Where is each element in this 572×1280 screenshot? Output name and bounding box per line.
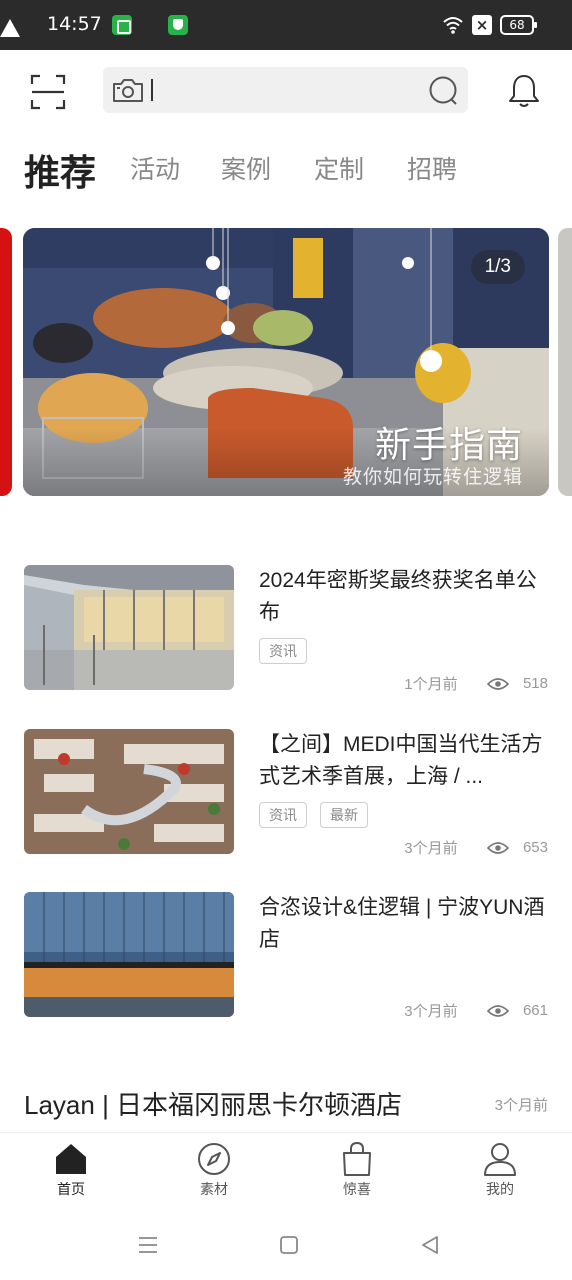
camera-icon[interactable]: [112, 77, 144, 103]
article-title: Layan | 日本福冈丽思卡尔顿酒店: [24, 1090, 403, 1120]
article-tag: 资讯: [259, 802, 307, 828]
nav-profile-label: 我的: [486, 1181, 514, 1197]
shopping-bag-icon: [343, 1141, 371, 1176]
nav-home-label: 首页: [57, 1181, 85, 1197]
article-views: 661: [522, 1002, 548, 1019]
compass-icon: [198, 1143, 230, 1175]
article-tags: 资讯: [259, 638, 320, 664]
search-bar[interactable]: [103, 67, 468, 113]
nav-home[interactable]: 首页: [21, 1141, 121, 1207]
eye-icon: [486, 677, 509, 690]
article-tags: 资讯 最新: [259, 802, 381, 828]
back-icon[interactable]: [418, 1233, 442, 1257]
home-square-icon[interactable]: [277, 1233, 301, 1257]
status-time: 14:57: [47, 13, 102, 35]
article-meta: 3个月前 653: [404, 837, 548, 859]
battery-icon: 68: [500, 15, 537, 35]
menu-icon[interactable]: [136, 1233, 160, 1257]
article-views: 518: [522, 675, 548, 692]
nav-materials[interactable]: 素材: [164, 1141, 264, 1207]
bell-icon[interactable]: [505, 72, 543, 110]
article-time: 3个月前: [404, 1003, 458, 1020]
nav-materials-label: 素材: [200, 1181, 228, 1197]
warning-icon: [0, 0, 20, 37]
green-app-icon: [112, 15, 132, 35]
banner-carousel[interactable]: 1/3 新手指南 教你如何玩转住逻辑: [0, 228, 572, 498]
list-item[interactable]: 【之间】MEDI中国当代生活方式艺术季首展，上海 / ... 资讯 最新 3个月前…: [0, 729, 572, 859]
article-views: 653: [522, 839, 548, 856]
banner-slide[interactable]: 1/3 新手指南 教你如何玩转住逻辑: [23, 228, 549, 496]
article-tag: 资讯: [259, 638, 307, 664]
banner-page-indicator: 1/3: [470, 250, 525, 284]
article-title: 2024年密斯奖最终获奖名单公布: [259, 569, 537, 624]
tab-recommend[interactable]: 推荐: [24, 144, 96, 196]
list-item[interactable]: 合恣设计&住逻辑 | 宁波YUN酒店 3个月前 661: [0, 892, 572, 1022]
article-meta: 1个月前 518: [404, 673, 548, 695]
home-icon: [56, 1144, 86, 1174]
article-meta: 3个月前 661: [404, 1000, 548, 1022]
banner-title: 新手指南: [374, 425, 523, 466]
nav-surprise-label: 惊喜: [343, 1181, 371, 1197]
nav-profile[interactable]: 我的: [450, 1141, 550, 1207]
tab-custom[interactable]: 定制: [314, 150, 364, 186]
wifi-icon: [443, 17, 463, 34]
system-navigation-bar: [0, 1210, 572, 1280]
no-sim-icon: ×: [472, 15, 492, 35]
article-thumbnail: [24, 729, 234, 854]
article-tag: 最新: [320, 802, 368, 828]
article-time: 3个月前: [494, 1097, 548, 1114]
scan-icon[interactable]: [28, 72, 68, 112]
article-thumbnail: [24, 892, 234, 1017]
search-input[interactable]: [151, 75, 411, 105]
list-item[interactable]: 2024年密斯奖最终获奖名单公布 资讯 1个月前 518: [0, 565, 572, 695]
banner-previous-slide[interactable]: [0, 228, 12, 496]
article-time: 3个月前: [404, 840, 458, 857]
article-title: 【之间】MEDI中国当代生活方式艺术季首展，上海 / ...: [259, 733, 543, 788]
eye-icon: [486, 841, 509, 854]
tab-activities[interactable]: 活动: [130, 150, 180, 186]
article-time: 1个月前: [404, 676, 458, 693]
shield-app-icon: [168, 15, 188, 35]
tab-cases[interactable]: 案例: [221, 150, 271, 186]
article-title: 合恣设计&住逻辑 | 宁波YUN酒店: [259, 896, 545, 951]
banner-subtitle: 教你如何玩转住逻辑: [342, 466, 523, 488]
status-bar: 14:57 × 68: [0, 0, 572, 50]
search-icon[interactable]: [428, 75, 460, 107]
bottom-navigation: 首页 素材 惊喜 我的: [0, 1132, 572, 1210]
banner-next-slide[interactable]: [558, 228, 572, 496]
warning-mark: [148, 21, 151, 28]
list-item[interactable]: Layan | 日本福冈丽思卡尔顿酒店 3个月前: [0, 1085, 572, 1125]
article-thumbnail: [24, 565, 234, 690]
nav-surprise[interactable]: 惊喜: [307, 1141, 407, 1207]
eye-icon: [486, 1004, 509, 1017]
person-icon: [484, 1143, 516, 1176]
tab-jobs[interactable]: 招聘: [407, 150, 457, 186]
